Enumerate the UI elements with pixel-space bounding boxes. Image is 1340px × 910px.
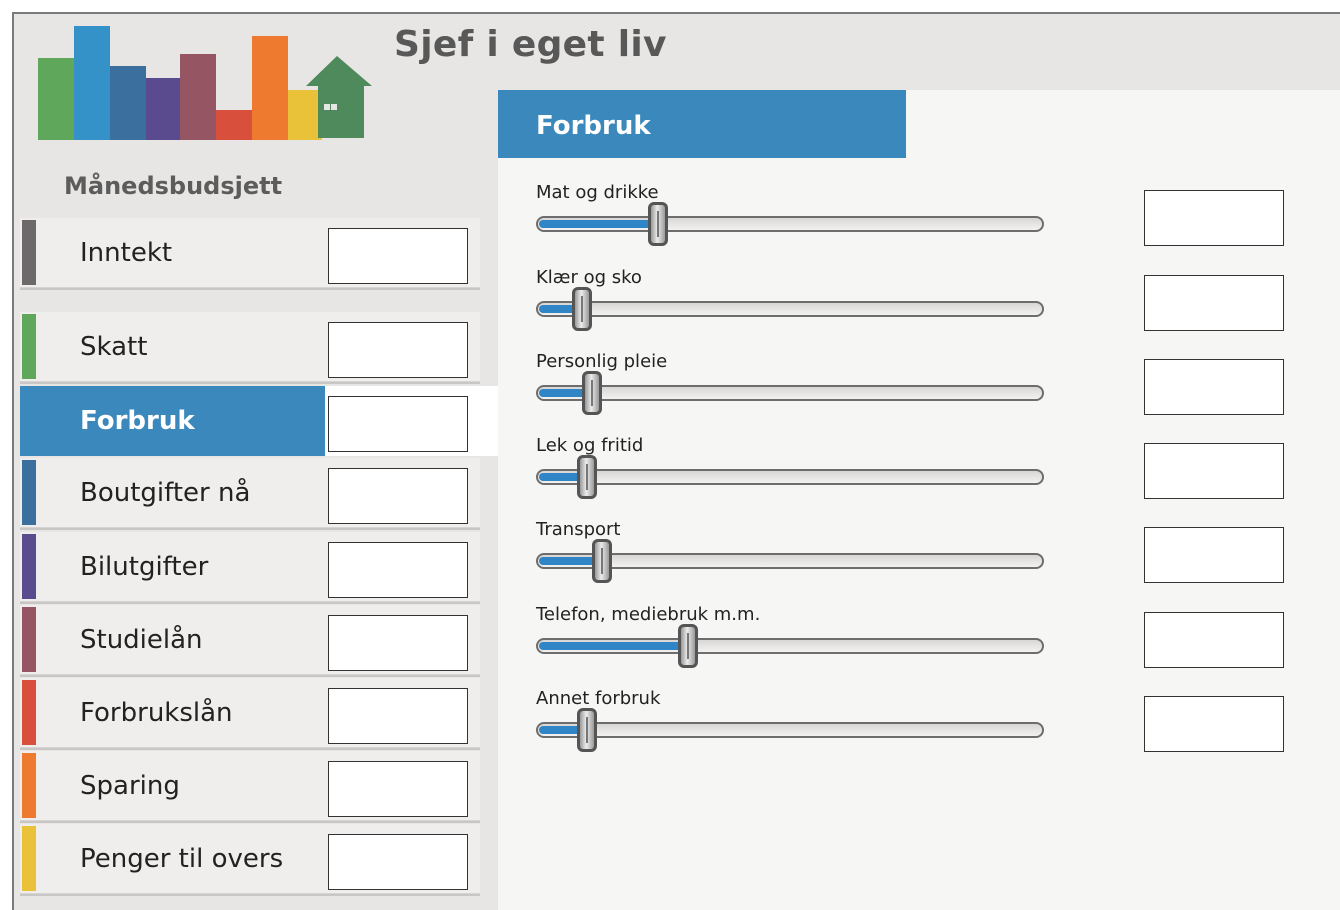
slider-row-personlig-pleie: Personlig pleie	[536, 351, 1336, 431]
category-color-stripe	[22, 607, 36, 672]
slider-label: Telefon, mediebruk m.m.	[536, 604, 761, 625]
sidebar-item-sparing[interactable]: Sparing	[20, 751, 480, 821]
slider-track[interactable]	[536, 385, 1044, 401]
logo-bar	[146, 78, 180, 140]
slider-track[interactable]	[536, 216, 1044, 232]
app-logo	[38, 22, 378, 140]
slider-thumb[interactable]	[576, 455, 597, 499]
sidebar-item-bilutgifter[interactable]: Bilutgifter	[20, 532, 480, 602]
annet-forbruk-amount-field[interactable]	[1144, 696, 1284, 752]
inntekt-amount-field[interactable]	[328, 228, 468, 284]
category-color-stripe	[22, 534, 36, 599]
sidebar-item-skatt[interactable]: Skatt	[20, 312, 480, 382]
bilutgifter-amount-field[interactable]	[328, 542, 468, 598]
mat-og-drikke-amount-field[interactable]	[1144, 190, 1284, 246]
slider-row-transport: Transport	[536, 519, 1336, 599]
sidebar-item-studielan[interactable]: Studielån	[20, 605, 480, 675]
logo-bar	[38, 58, 74, 140]
sidebar-item-label: Studielån	[80, 625, 203, 655]
slider-row-klaer-og-sko: Klær og sko	[536, 267, 1336, 347]
slider-label: Personlig pleie	[536, 351, 668, 372]
slider-row-telefon-mediebruk: Telefon, mediebruk m.m.	[536, 604, 1336, 684]
slider-thumb[interactable]	[678, 624, 699, 668]
slider-label: Mat og drikke	[536, 182, 659, 203]
slider-track[interactable]	[536, 638, 1044, 654]
personlig-pleie-amount-field[interactable]	[1144, 359, 1284, 415]
sidebar-item-label: Skatt	[80, 332, 148, 362]
house-icon	[306, 56, 372, 138]
category-color-stripe	[22, 220, 36, 285]
category-color-stripe	[22, 680, 36, 745]
sidebar-item-boutgifter[interactable]: Boutgifter nå	[20, 458, 480, 528]
sidebar-item-label: Bilutgifter	[80, 552, 209, 582]
slider-label: Transport	[536, 519, 621, 540]
slider-track[interactable]	[536, 553, 1044, 569]
sidebar-item-penger-til-overs[interactable]: Penger til overs	[20, 824, 480, 894]
sidebar-item-label: Inntekt	[80, 238, 173, 268]
forbrukslan-amount-field[interactable]	[328, 688, 468, 744]
logo-bar	[216, 110, 252, 140]
slider-thumb[interactable]	[576, 708, 597, 752]
sidebar-item-label: Forbrukslån	[80, 698, 233, 728]
slider-fill	[539, 642, 688, 650]
slider-thumb[interactable]	[581, 371, 602, 415]
category-color-stripe	[22, 826, 36, 891]
slider-thumb[interactable]	[592, 539, 613, 583]
slider-row-mat-og-drikke: Mat og drikke	[536, 182, 1336, 262]
sidebar-item-inntekt[interactable]: Inntekt	[20, 218, 480, 288]
logo-bar	[252, 36, 288, 140]
skatt-amount-field[interactable]	[328, 322, 468, 378]
slider-fill	[539, 220, 657, 228]
logo-bar	[180, 54, 216, 140]
sidebar-item-label: Penger til overs	[80, 844, 284, 874]
slider-label: Klær og sko	[536, 267, 642, 288]
slider-label: Lek og fritid	[536, 435, 644, 456]
slider-label: Annet forbruk	[536, 688, 661, 709]
telefon-mediebruk-amount-field[interactable]	[1144, 612, 1284, 668]
slider-thumb[interactable]	[647, 202, 668, 246]
slider-row-annet-forbruk: Annet forbruk	[536, 688, 1336, 768]
logo-bar	[74, 26, 110, 140]
slider-track[interactable]	[536, 469, 1044, 485]
sidebar-item-forbruk[interactable]: Forbruk	[20, 386, 498, 456]
category-color-stripe	[22, 460, 36, 525]
transport-amount-field[interactable]	[1144, 527, 1284, 583]
slider-track[interactable]	[536, 301, 1044, 317]
sidebar-title: Månedsbudsjett	[64, 172, 283, 200]
slider-thumb[interactable]	[571, 287, 592, 331]
slider-track[interactable]	[536, 722, 1044, 738]
panel-title: Forbruk	[498, 90, 906, 158]
sparing-amount-field[interactable]	[328, 761, 468, 817]
klaer-og-sko-amount-field[interactable]	[1144, 275, 1284, 331]
sidebar-item-forbrukslan[interactable]: Forbrukslån	[20, 678, 480, 748]
studielan-amount-field[interactable]	[328, 615, 468, 671]
penger-til-overs-amount-field[interactable]	[328, 834, 468, 890]
category-color-stripe	[22, 753, 36, 818]
sidebar-item-label: Sparing	[80, 771, 180, 801]
sidebar-item-label: Forbruk	[80, 406, 195, 436]
sidebar-item-label: Boutgifter nå	[80, 478, 251, 508]
category-color-stripe	[22, 314, 36, 379]
slider-row-lek-og-fritid: Lek og fritid	[536, 435, 1336, 515]
lek-og-fritid-amount-field[interactable]	[1144, 443, 1284, 499]
boutgifter-amount-field[interactable]	[328, 468, 468, 524]
forbruk-amount-field[interactable]	[328, 396, 468, 452]
logo-bar	[110, 66, 146, 140]
app-title: Sjef i eget liv	[394, 24, 667, 65]
